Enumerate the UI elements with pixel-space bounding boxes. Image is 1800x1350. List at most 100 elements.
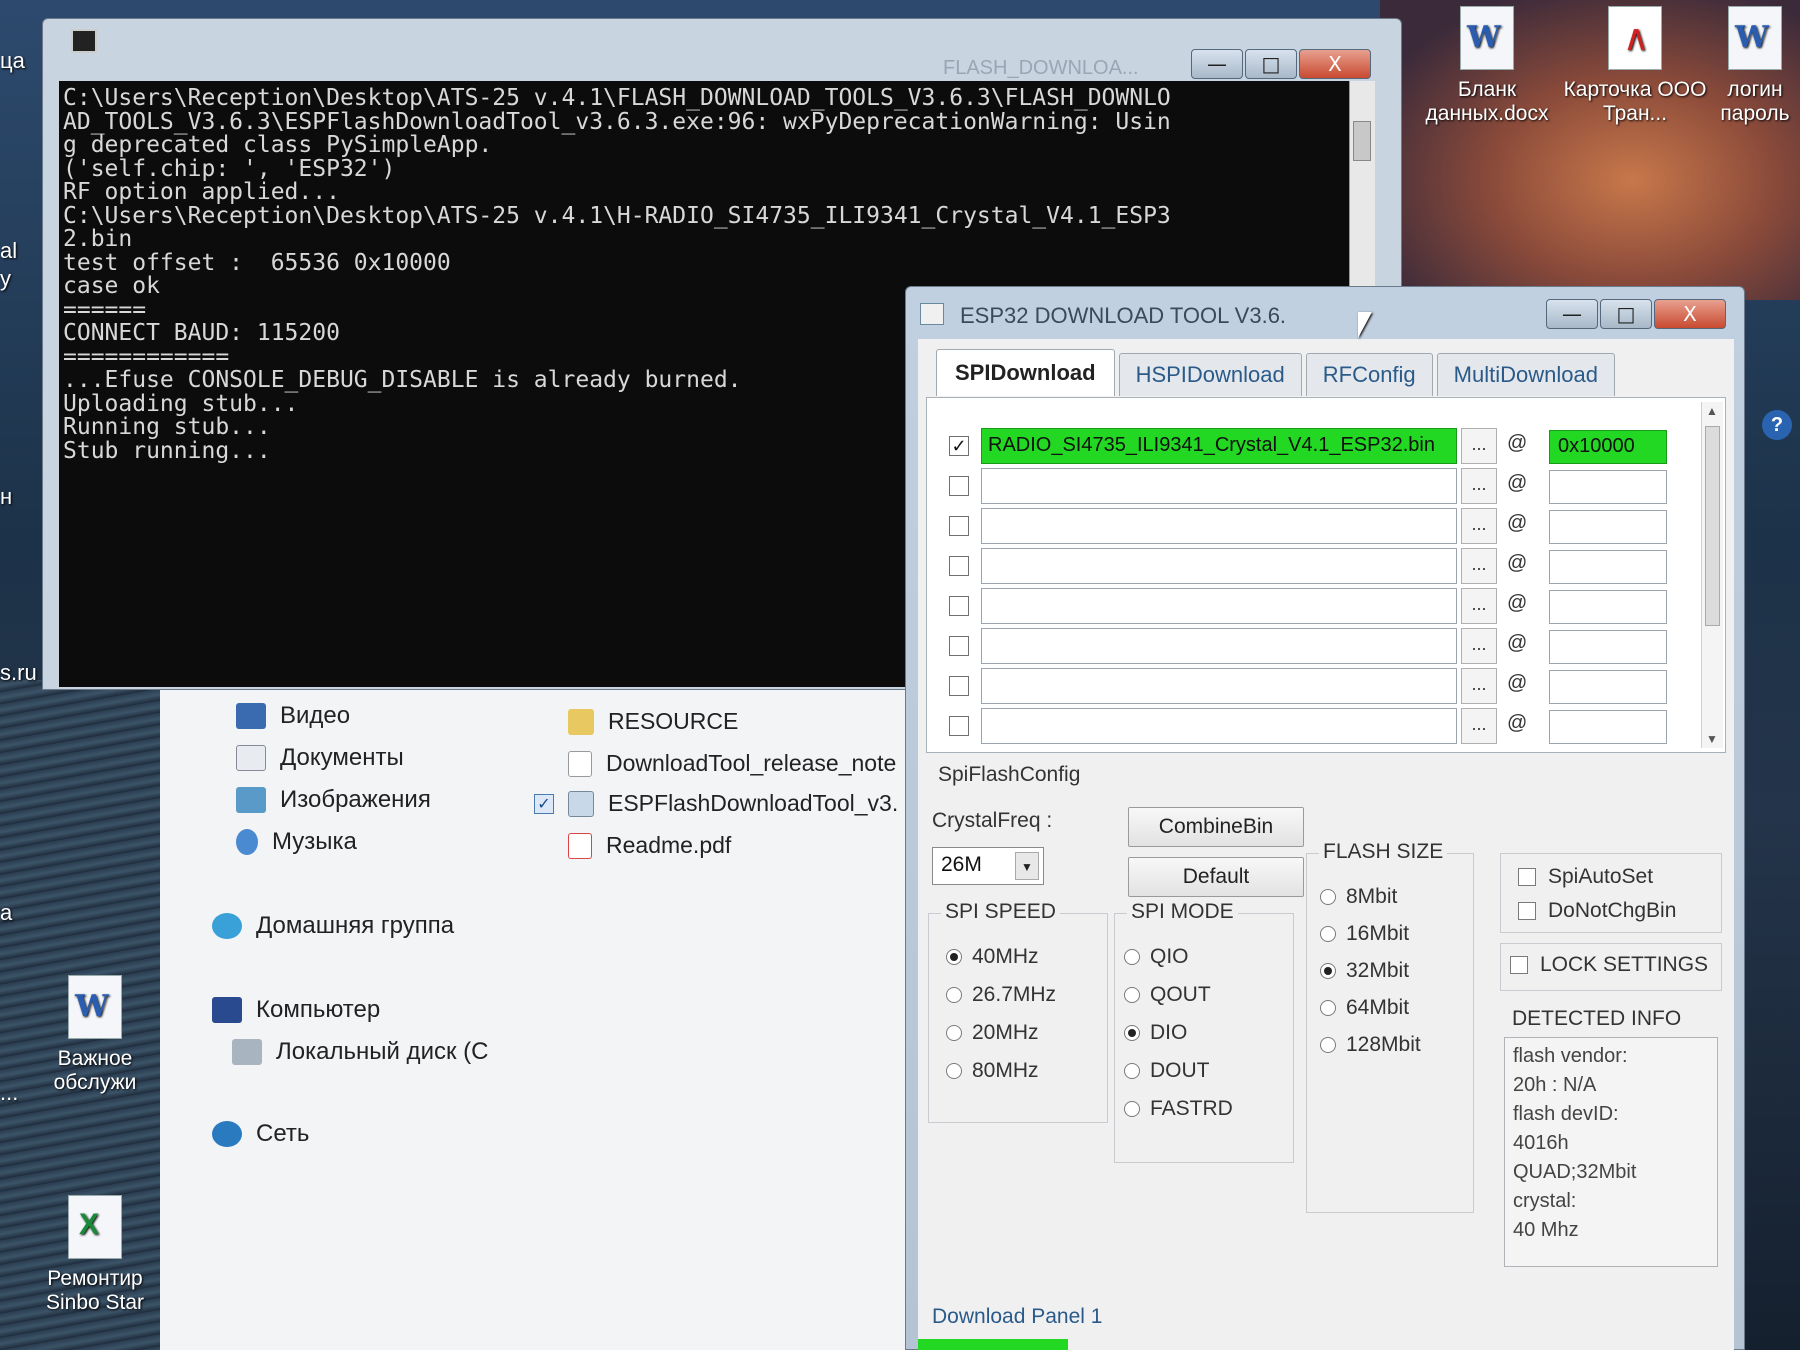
close-button[interactable]: X [1299, 49, 1371, 79]
desktop-icon-blank-docx[interactable]: Бланк данных.docx [1412, 6, 1562, 126]
spi-speed-radio[interactable]: 20MHz [946, 1021, 1039, 1045]
row-checkbox[interactable] [949, 516, 969, 536]
help-icon[interactable]: ? [1762, 410, 1792, 440]
check-icon[interactable]: ✓ [534, 793, 554, 814]
spi-speed-radio[interactable]: 80MHz [946, 1059, 1039, 1083]
radio-icon[interactable] [1320, 889, 1336, 905]
esp-titlebar[interactable]: ESP32 DOWNLOAD TOOL V3.6. — □ X [906, 287, 1744, 339]
address-input[interactable] [1549, 710, 1667, 744]
row-checkbox[interactable] [949, 636, 969, 656]
tab-hspidownload[interactable]: HSPIDownload [1118, 353, 1302, 396]
nav-item-images[interactable]: Изображения [236, 786, 431, 814]
app-icon[interactable] [920, 303, 944, 325]
radio-icon[interactable] [1320, 1000, 1336, 1016]
file-path-input[interactable] [981, 628, 1457, 664]
tab-spidownload[interactable]: SPIDownload [936, 349, 1115, 396]
file-item-resource[interactable]: RESOURCE [568, 708, 738, 735]
radio-icon[interactable] [946, 949, 962, 965]
row-checkbox[interactable]: ✓ [949, 436, 969, 456]
lock-settings-checkbox[interactable]: LOCK SETTINGS [1510, 953, 1708, 977]
flash-size-radio[interactable]: 64Mbit [1320, 996, 1409, 1020]
browse-button[interactable]: ... [1461, 508, 1497, 544]
spi-mode-radio[interactable]: DOUT [1124, 1059, 1210, 1083]
file-path-input[interactable] [981, 548, 1457, 584]
nav-item-homegroup[interactable]: Домашняя группа [212, 912, 454, 940]
address-input[interactable] [1549, 550, 1667, 584]
flash-size-radio[interactable]: 32Mbit [1320, 959, 1409, 983]
nav-item-network[interactable]: Сеть [212, 1120, 309, 1148]
desktop-icon-remont[interactable]: Ремонтир Sinbo Star [20, 1195, 170, 1315]
nav-item-computer[interactable]: Компьютер [212, 996, 380, 1024]
address-input[interactable] [1549, 670, 1667, 704]
browse-button[interactable]: ... [1461, 588, 1497, 624]
address-input[interactable] [1549, 630, 1667, 664]
browse-button[interactable]: ... [1461, 548, 1497, 584]
checkbox-icon[interactable] [1518, 868, 1536, 886]
checkbox-icon[interactable] [1510, 956, 1528, 974]
row-checkbox[interactable] [949, 476, 969, 496]
maximize-button[interactable]: □ [1245, 49, 1297, 79]
file-path-input[interactable]: RADIO_SI4735_ILI9341_Crystal_V4.1_ESP32.… [981, 428, 1457, 464]
chevron-down-icon[interactable]: ▼ [1015, 852, 1039, 880]
address-input[interactable] [1549, 470, 1667, 504]
close-button[interactable]: X [1654, 299, 1726, 329]
flash-size-radio[interactable]: 128Mbit [1320, 1033, 1421, 1057]
row-checkbox[interactable] [949, 596, 969, 616]
minimize-button[interactable]: — [1546, 299, 1598, 329]
browse-button[interactable]: ... [1461, 668, 1497, 704]
tab-multidownload[interactable]: MultiDownload [1436, 353, 1615, 396]
file-path-input[interactable] [981, 468, 1457, 504]
default-button[interactable]: Default [1128, 857, 1304, 897]
file-item-release-note[interactable]: DownloadTool_release_note [568, 750, 896, 777]
maximize-button[interactable]: □ [1600, 299, 1652, 329]
detected-info-box[interactable]: flash vendor: 20h : N/A flash devID: 401… [1504, 1037, 1718, 1267]
nav-item-documents[interactable]: Документы [236, 744, 404, 772]
spi-mode-radio[interactable]: QOUT [1124, 983, 1211, 1007]
console-scrollbar[interactable] [1349, 81, 1375, 301]
file-item-flash-tool[interactable]: ✓ ESPFlashDownloadTool_v3. [534, 790, 898, 817]
flash-size-radio[interactable]: 16Mbit [1320, 922, 1409, 946]
radio-icon[interactable] [946, 987, 962, 1003]
panel-scrollbar[interactable]: ▲ ▼ [1701, 402, 1723, 748]
desktop-icon-kartochka[interactable]: Карточка ООО Тран... [1560, 6, 1710, 126]
console-titlebar[interactable]: FLASH_DOWNLOA... — □ X [43, 19, 1401, 79]
browse-button[interactable]: ... [1461, 428, 1497, 464]
address-input[interactable] [1549, 590, 1667, 624]
tab-rfconfig[interactable]: RFConfig [1305, 353, 1433, 396]
do-not-chg-bin-checkbox[interactable]: DoNotChgBin [1518, 899, 1676, 923]
file-path-input[interactable] [981, 668, 1457, 704]
spi-speed-radio[interactable]: 26.7MHz [946, 983, 1056, 1007]
desktop-icon-vazhnoe[interactable]: Важное обслужи [20, 975, 170, 1095]
row-checkbox[interactable] [949, 716, 969, 736]
crystal-freq-select[interactable]: 26M ▼ [932, 847, 1044, 885]
scroll-thumb[interactable] [1705, 426, 1720, 626]
browse-button[interactable]: ... [1461, 708, 1497, 744]
radio-icon[interactable] [1320, 1037, 1336, 1053]
radio-icon[interactable] [1124, 987, 1140, 1003]
spi-mode-radio[interactable]: DIO [1124, 1021, 1187, 1045]
nav-item-music[interactable]: Музыка [236, 828, 357, 856]
radio-icon[interactable] [1124, 1025, 1140, 1041]
spi-mode-radio[interactable]: QIO [1124, 945, 1189, 969]
combine-bin-button[interactable]: CombineBin [1128, 807, 1304, 847]
scroll-thumb[interactable] [1353, 121, 1371, 161]
nav-item-local-disk[interactable]: Локальный диск (C [232, 1038, 488, 1066]
file-item-readme[interactable]: Readme.pdf [568, 832, 731, 859]
radio-icon[interactable] [1124, 1101, 1140, 1117]
desktop-icon-login[interactable]: логин пароль [1700, 6, 1800, 126]
minimize-button[interactable]: — [1191, 49, 1243, 79]
file-path-input[interactable] [981, 708, 1457, 744]
radio-icon[interactable] [1124, 1063, 1140, 1079]
radio-icon[interactable] [946, 1025, 962, 1041]
file-path-input[interactable] [981, 588, 1457, 624]
file-path-input[interactable] [981, 508, 1457, 544]
flash-size-radio[interactable]: 8Mbit [1320, 885, 1397, 909]
console-icon[interactable] [71, 29, 97, 53]
row-checkbox[interactable] [949, 676, 969, 696]
spi-speed-radio[interactable]: 40MHz [946, 945, 1039, 969]
radio-icon[interactable] [1320, 963, 1336, 979]
checkbox-icon[interactable] [1518, 902, 1536, 920]
browse-button[interactable]: ... [1461, 468, 1497, 504]
radio-icon[interactable] [1124, 949, 1140, 965]
spi-auto-set-checkbox[interactable]: SpiAutoSet [1518, 865, 1653, 889]
